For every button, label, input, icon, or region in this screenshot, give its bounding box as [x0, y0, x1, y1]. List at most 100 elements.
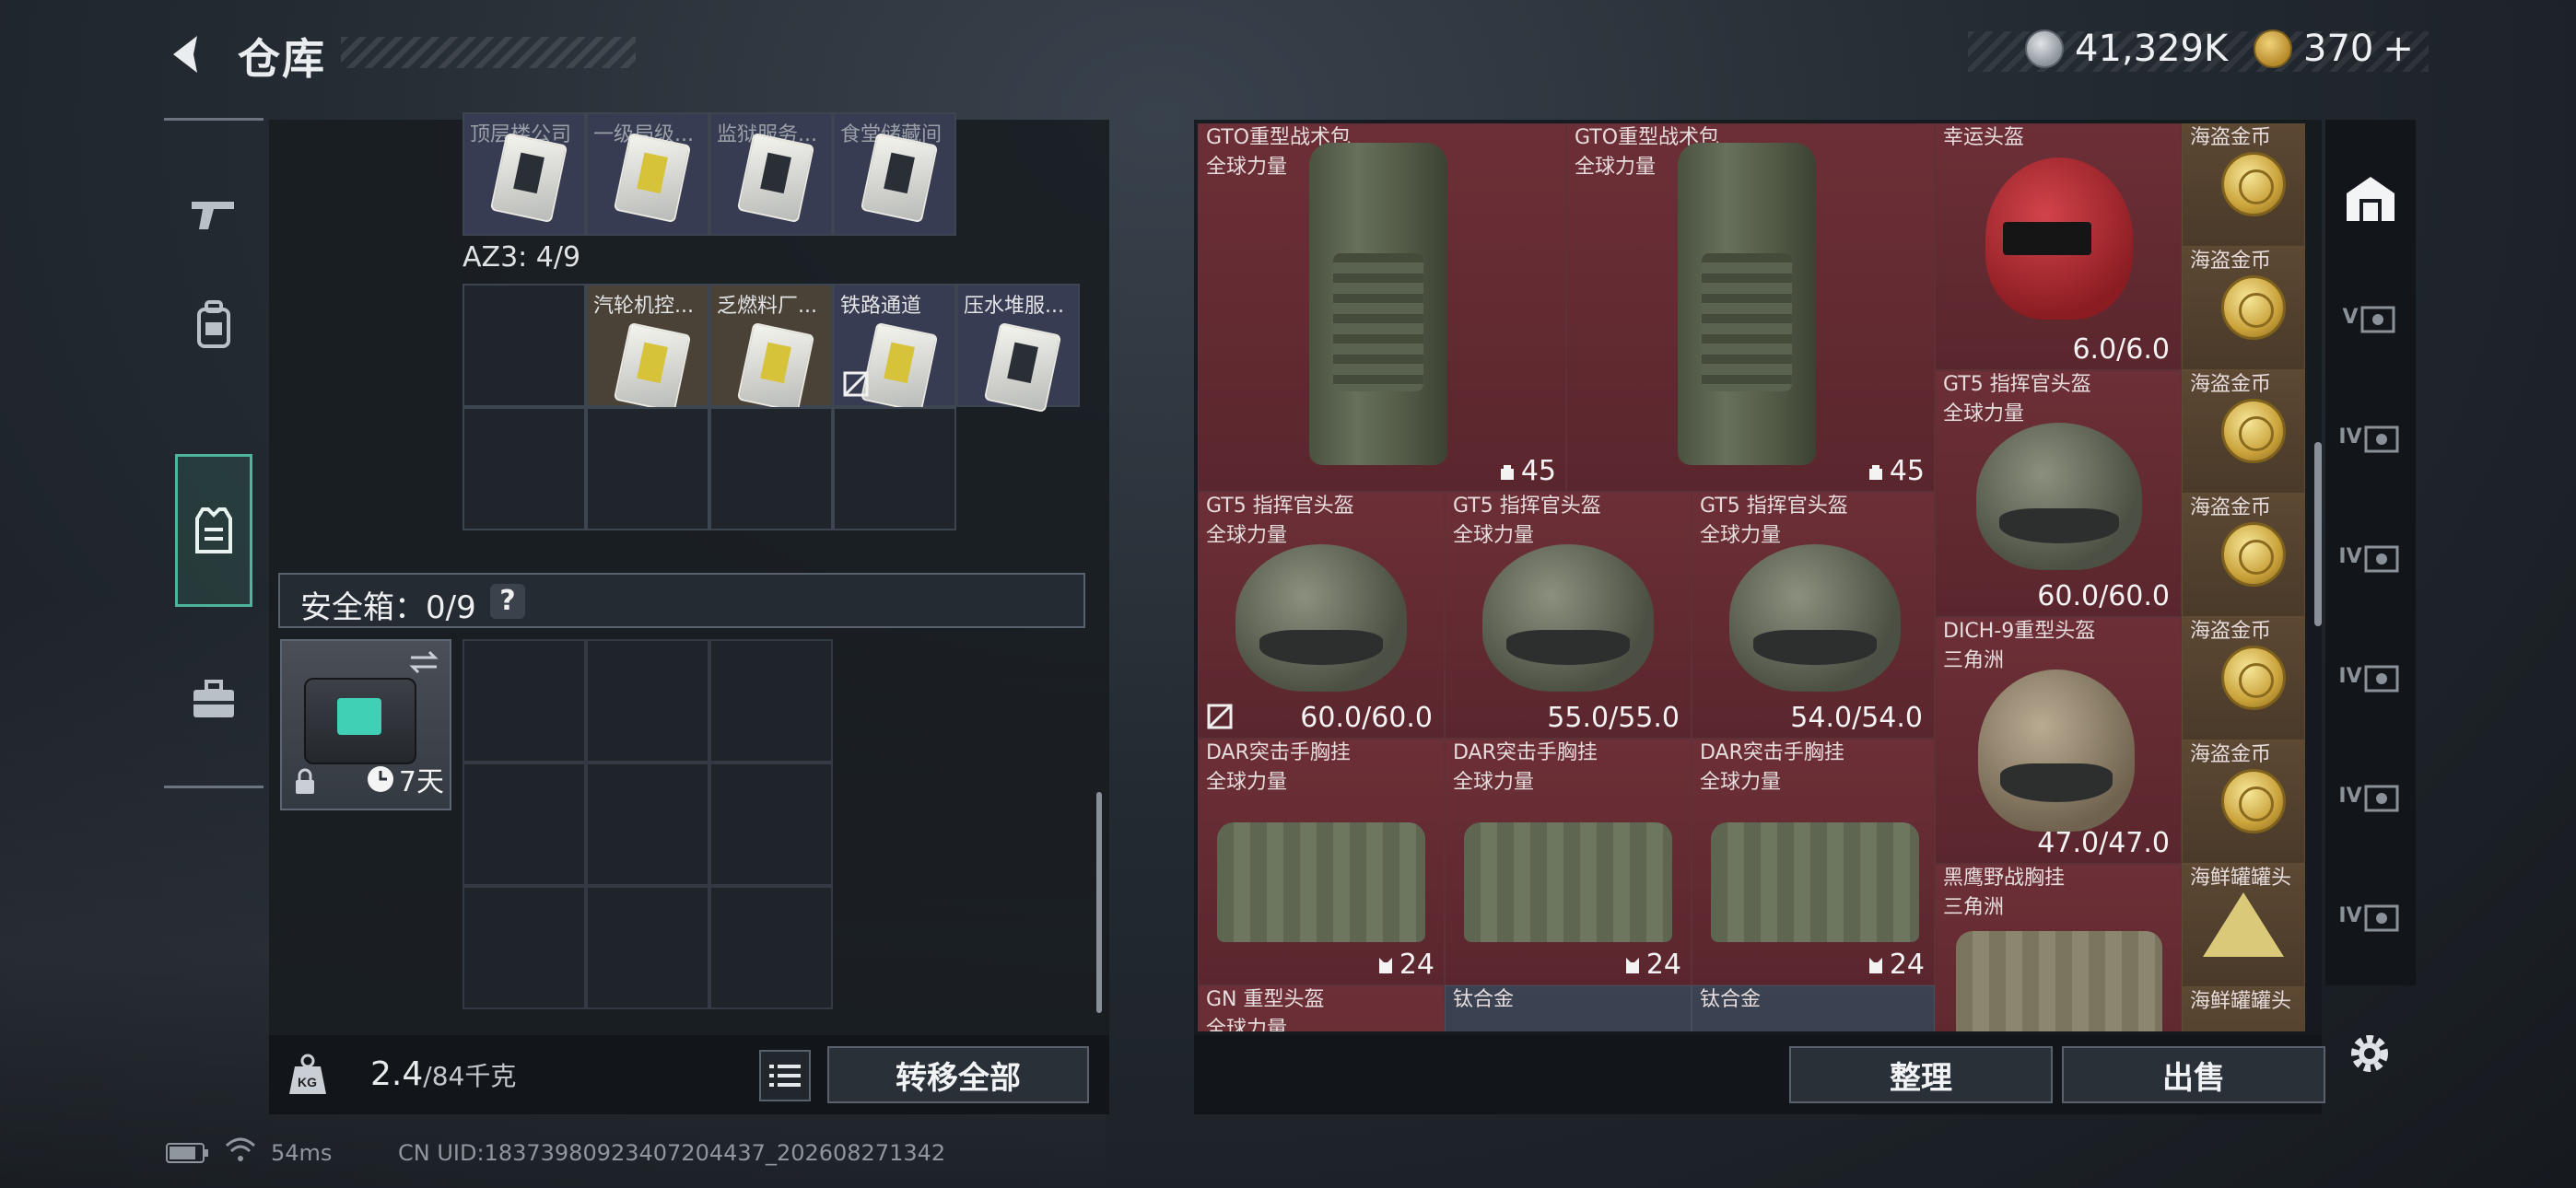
- filter-tier[interactable]: IV: [2325, 856, 2416, 974]
- item-dar-vest[interactable]: DAR突击手胸挂 全球力量 24: [1692, 739, 1935, 985]
- filter-tier[interactable]: IV: [2325, 617, 2416, 735]
- item-gto-bag[interactable]: GTO重型战术包 全球力量 45: [1566, 123, 1935, 492]
- keycard-slot[interactable]: 汽轮机控...: [586, 284, 709, 413]
- helmet-image: [1235, 544, 1407, 692]
- svg-text:KG: KG: [298, 1075, 317, 1089]
- keycard-slot[interactable]: 食堂储藏间: [833, 112, 956, 236]
- keycard-slot[interactable]: 监狱服务...: [709, 112, 833, 236]
- item-pirate-coin[interactable]: 海盗金币: [2182, 617, 2305, 740]
- helmet-image: [1729, 544, 1901, 692]
- sort-button[interactable]: 整理: [1789, 1046, 2053, 1103]
- item-name: 黑鹰野战胸挂: [1943, 867, 2066, 890]
- sell-button[interactable]: 出售: [2062, 1046, 2325, 1103]
- safebox-slot[interactable]: [463, 763, 586, 886]
- item-lucky-helmet[interactable]: 幸运头盔 6.0/6.0: [1935, 123, 2182, 370]
- capacity-value: 24: [1645, 949, 1681, 981]
- safebox-slot[interactable]: [709, 886, 833, 1009]
- item-seafood-can[interactable]: 海鲜罐罐头: [2182, 987, 2305, 1031]
- vest-icon: [195, 507, 232, 553]
- empty-slot[interactable]: [833, 407, 956, 530]
- item-pirate-coin[interactable]: 海盗金币: [2182, 740, 2305, 864]
- item-sub: 全球力量: [1575, 156, 1657, 179]
- nav-toolbox[interactable]: [164, 644, 263, 754]
- item-blackhawk-vest[interactable]: 黑鹰野战胸挂 三角洲: [1935, 864, 2182, 1031]
- silver-coin-icon: [2025, 29, 2064, 68]
- safebox-slot[interactable]: [709, 639, 833, 763]
- item-gt5-helmet[interactable]: GT5 指挥官头盔 全球力量 54.0/54.0: [1692, 492, 1935, 739]
- item-capacity: 45: [1497, 455, 1556, 487]
- filter-tier[interactable]: V: [2325, 258, 2416, 376]
- item-sub: 全球力量: [1700, 771, 1782, 794]
- item-dar-vest[interactable]: DAR突击手胸挂 全球力量 24: [1445, 739, 1692, 985]
- empty-slot[interactable]: [586, 407, 709, 530]
- keycard-slot[interactable]: 压水堆服...: [956, 284, 1080, 413]
- item-gt5-helmet[interactable]: GT5 指挥官头盔 全球力量 60.0/60.0: [1935, 370, 2182, 617]
- filter-all[interactable]: [2325, 140, 2416, 258]
- left-scrollbar[interactable]: [1096, 792, 1102, 1013]
- item-gt5-helmet[interactable]: GT5 指挥官头盔 全球力量 55.0/55.0: [1445, 492, 1692, 739]
- list-view-button[interactable]: [759, 1050, 811, 1101]
- keycard-icon: [736, 321, 815, 413]
- nav-vest[interactable]: [175, 454, 252, 607]
- keycard-slot[interactable]: 一级局级...: [586, 112, 709, 236]
- seafood-can-image: [2203, 892, 2284, 957]
- silver-currency[interactable]: 41,329K: [2025, 28, 2228, 70]
- safebox-item[interactable]: 7天: [280, 639, 451, 810]
- item-name: 海鲜罐罐头: [2190, 867, 2292, 890]
- filter-tier[interactable]: IV: [2325, 378, 2416, 495]
- item-name: DAR突击手胸挂: [1206, 741, 1351, 764]
- empty-slot[interactable]: [463, 284, 586, 407]
- battery-icon: [166, 1143, 208, 1163]
- capacity-icon: [1868, 957, 1882, 973]
- item-dar-vest[interactable]: DAR突击手胸挂 全球力量 24: [1198, 739, 1445, 985]
- back-button[interactable]: [162, 29, 214, 79]
- item-pirate-coin[interactable]: 海盗金币: [2182, 123, 2305, 247]
- item-gn-helmet[interactable]: GN 重型头盔 全球力量: [1198, 985, 1445, 1031]
- capacity-icon: [1625, 957, 1639, 973]
- filter-tier[interactable]: IV: [2325, 497, 2416, 615]
- toolbox-icon: [193, 680, 234, 717]
- settings-button[interactable]: [2340, 1024, 2399, 1083]
- safebox-slot[interactable]: [586, 639, 709, 763]
- backpack-icon: [197, 300, 230, 348]
- keycard-slot[interactable]: 乏燃料厂...: [709, 284, 833, 413]
- safebox-slot[interactable]: [709, 763, 833, 886]
- weight-unit: /84千克: [423, 1061, 517, 1091]
- keycard-slot[interactable]: 顶层楼公司: [463, 112, 586, 236]
- help-button[interactable]: ?: [490, 584, 525, 619]
- capacity-icon: [1378, 957, 1392, 973]
- safebox-slot[interactable]: [463, 886, 586, 1009]
- safebox-slot[interactable]: [586, 763, 709, 886]
- nav-weapon[interactable]: [164, 159, 263, 270]
- item-pirate-coin[interactable]: 海盗金币: [2182, 494, 2305, 617]
- safebox-label: 安全箱：0/9: [300, 589, 476, 626]
- item-label: 压水堆服...: [964, 295, 1064, 318]
- gold-coin-image: [2221, 275, 2286, 340]
- item-titanium[interactable]: 钛合金: [1692, 985, 1935, 1031]
- item-capacity: 24: [1376, 949, 1434, 981]
- empty-slot[interactable]: [463, 407, 586, 530]
- filter-tier[interactable]: IV: [2325, 737, 2416, 855]
- capacity-value: 45: [1889, 455, 1925, 487]
- item-dich-helmet[interactable]: DICH-9重型头盔 三角洲 47.0/47.0: [1935, 617, 2182, 864]
- page-title: 仓库: [238, 34, 326, 84]
- add-currency-button[interactable]: +: [2383, 28, 2414, 70]
- item-name: 海盗金币: [2190, 250, 2272, 273]
- safebox-slot[interactable]: [586, 886, 709, 1009]
- item-gt5-helmet[interactable]: GT5 指挥官头盔 全球力量 60.0/60.0: [1198, 492, 1445, 739]
- safebox-slot[interactable]: [463, 639, 586, 763]
- item-pirate-coin[interactable]: 海盗金币: [2182, 370, 2305, 494]
- right-scrollbar[interactable]: [2314, 442, 2322, 626]
- gold-coin-image: [2221, 522, 2286, 587]
- item-sub: 全球力量: [1206, 156, 1288, 179]
- warehouse-icon: [2347, 177, 2395, 221]
- gold-currency[interactable]: 370 +: [2254, 28, 2414, 70]
- item-seafood-can[interactable]: 海鲜罐罐头: [2182, 864, 2305, 987]
- item-pirate-coin[interactable]: 海盗金币: [2182, 247, 2305, 370]
- item-gto-bag[interactable]: GTO重型战术包 全球力量 45: [1198, 123, 1566, 492]
- empty-slot[interactable]: [709, 407, 833, 530]
- nav-backpack[interactable]: [164, 270, 263, 380]
- item-titanium[interactable]: 钛合金: [1445, 985, 1692, 1031]
- keycard-slot[interactable]: 铁路通道: [833, 284, 956, 413]
- transfer-all-button[interactable]: 转移全部: [827, 1046, 1089, 1103]
